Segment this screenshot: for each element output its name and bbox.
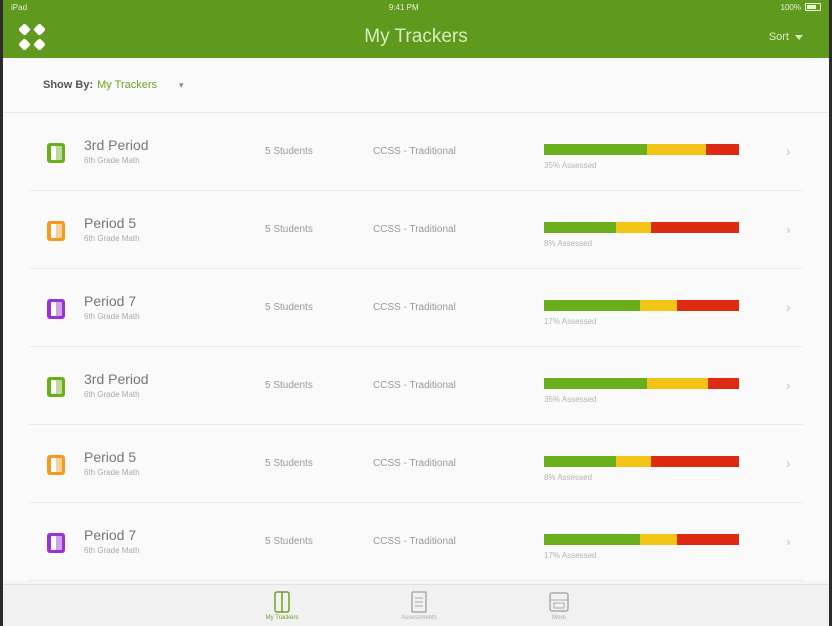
tracker-subject: 6th Grade Math (84, 468, 140, 477)
nav-bar: My Trackers Sort (3, 14, 829, 58)
tab-label: My Trackers (265, 615, 299, 621)
grading-method: CCSS - Traditional (373, 380, 456, 391)
tab-assessments[interactable]: Assessments (384, 591, 454, 621)
tracker-icon (47, 533, 65, 553)
battery-percent: 100% (780, 2, 801, 12)
tracker-name: 3rd Period (84, 137, 149, 153)
progress-label: 8% Assessed (544, 239, 593, 248)
tab-bar: My Trackers Assessments More (3, 584, 829, 626)
progress-green (544, 144, 648, 155)
tracker-row[interactable]: Period 7 6th Grade Math 5 Students CCSS … (29, 503, 803, 581)
status-bar: iPad 9:41 PM 100% (3, 0, 829, 14)
progress-bar (544, 144, 739, 155)
progress-yellow (639, 300, 677, 311)
progress-red (707, 378, 739, 389)
progress-yellow (647, 378, 708, 389)
chevron-right-icon: › (786, 221, 791, 237)
progress-green (544, 222, 617, 233)
grading-method: CCSS - Traditional (373, 224, 456, 235)
tracker-subject: 6th Grade Math (84, 156, 140, 165)
assessment-icon (411, 591, 427, 613)
status-carrier: iPad (11, 2, 28, 12)
student-count: 5 Students (265, 536, 313, 547)
tracker-row[interactable]: Period 5 6th Grade Math 5 Students CCSS … (29, 425, 803, 503)
chevron-right-icon: › (786, 533, 791, 549)
progress-label: 8% Assessed (544, 473, 593, 482)
sort-button[interactable]: Sort (769, 31, 803, 43)
student-count: 5 Students (265, 302, 313, 313)
progress-bar (544, 300, 739, 311)
tracker-row[interactable]: Period 5 6th Grade Math 5 Students CCSS … (29, 191, 803, 269)
more-icon (549, 592, 569, 612)
tab-label: Assessments (401, 615, 437, 621)
progress-bar (544, 222, 739, 233)
tracker-subject: 6th Grade Math (84, 234, 140, 243)
progress-red (651, 456, 739, 467)
battery-icon (805, 3, 821, 11)
tracker-subject: 6th Grade Math (84, 312, 140, 321)
tracker-name: Period 7 (84, 527, 137, 543)
chevron-right-icon: › (786, 377, 791, 393)
chevron-right-icon: › (786, 143, 791, 159)
progress-yellow (616, 456, 652, 467)
progress-red (676, 534, 739, 545)
student-count: 5 Students (265, 380, 313, 391)
progress-red (676, 300, 739, 311)
chevron-right-icon: › (786, 455, 791, 471)
tracker-icon (274, 591, 290, 613)
progress-yellow (616, 222, 652, 233)
tracker-row[interactable]: 3rd Period 6th Grade Math 5 Students CCS… (29, 113, 803, 191)
filter-dropdown[interactable]: My Trackers (97, 79, 157, 91)
tab-my-trackers[interactable]: My Trackers (247, 591, 317, 621)
progress-green (544, 300, 640, 311)
tracker-name: Period 5 (84, 449, 137, 465)
tracker-icon (47, 299, 65, 319)
progress-red (705, 144, 739, 155)
progress-red (651, 222, 739, 233)
progress-yellow (647, 144, 706, 155)
grading-method: CCSS - Traditional (373, 458, 456, 469)
tracker-row[interactable]: Period 7 6th Grade Math 5 Students CCSS … (29, 269, 803, 347)
progress-yellow (639, 534, 677, 545)
tracker-icon (47, 143, 65, 163)
progress-label: 35% Assessed (544, 395, 597, 404)
tab-more[interactable]: More (524, 591, 594, 621)
tracker-icon (47, 377, 65, 397)
chevron-right-icon: › (786, 299, 791, 315)
student-count: 5 Students (265, 146, 313, 157)
progress-green (544, 378, 648, 389)
filter-bar: Show By: My Trackers ▾ (3, 58, 829, 113)
status-time: 9:41 PM (388, 2, 419, 12)
tab-label: More (552, 615, 566, 621)
tracker-row[interactable]: 3rd Period 6th Grade Math 5 Students CCS… (29, 347, 803, 425)
progress-label: 35% Assessed (544, 161, 597, 170)
progress-green (544, 456, 617, 467)
progress-bar (544, 378, 739, 389)
grading-method: CCSS - Traditional (373, 536, 456, 547)
tracker-name: 3rd Period (84, 371, 149, 387)
tracker-subject: 6th Grade Math (84, 390, 140, 399)
student-count: 5 Students (265, 458, 313, 469)
progress-label: 17% Assessed (544, 317, 597, 326)
page-title: My Trackers (364, 26, 468, 47)
status-right: 100% (781, 3, 821, 12)
student-count: 5 Students (265, 224, 313, 235)
tracker-name: Period 5 (84, 215, 137, 231)
progress-bar (544, 456, 739, 467)
progress-label: 17% Assessed (544, 551, 597, 560)
tracker-list: 3rd Period 6th Grade Math 5 Students CCS… (3, 113, 829, 581)
sort-label: Sort (768, 31, 789, 43)
progress-bar (544, 534, 739, 545)
chevron-down-icon[interactable]: ▾ (179, 80, 184, 91)
tracker-icon (47, 455, 65, 475)
chevron-down-icon (795, 34, 803, 40)
tracker-subject: 6th Grade Math (84, 546, 140, 555)
progress-green (544, 534, 640, 545)
filter-label: Show By: (43, 79, 94, 91)
app-window: iPad 9:41 PM 100% My Trackers Sort Show … (3, 0, 829, 626)
grading-method: CCSS - Traditional (373, 302, 456, 313)
tracker-icon (47, 221, 65, 241)
grading-method: CCSS - Traditional (373, 146, 456, 157)
tracker-name: Period 7 (84, 293, 137, 309)
